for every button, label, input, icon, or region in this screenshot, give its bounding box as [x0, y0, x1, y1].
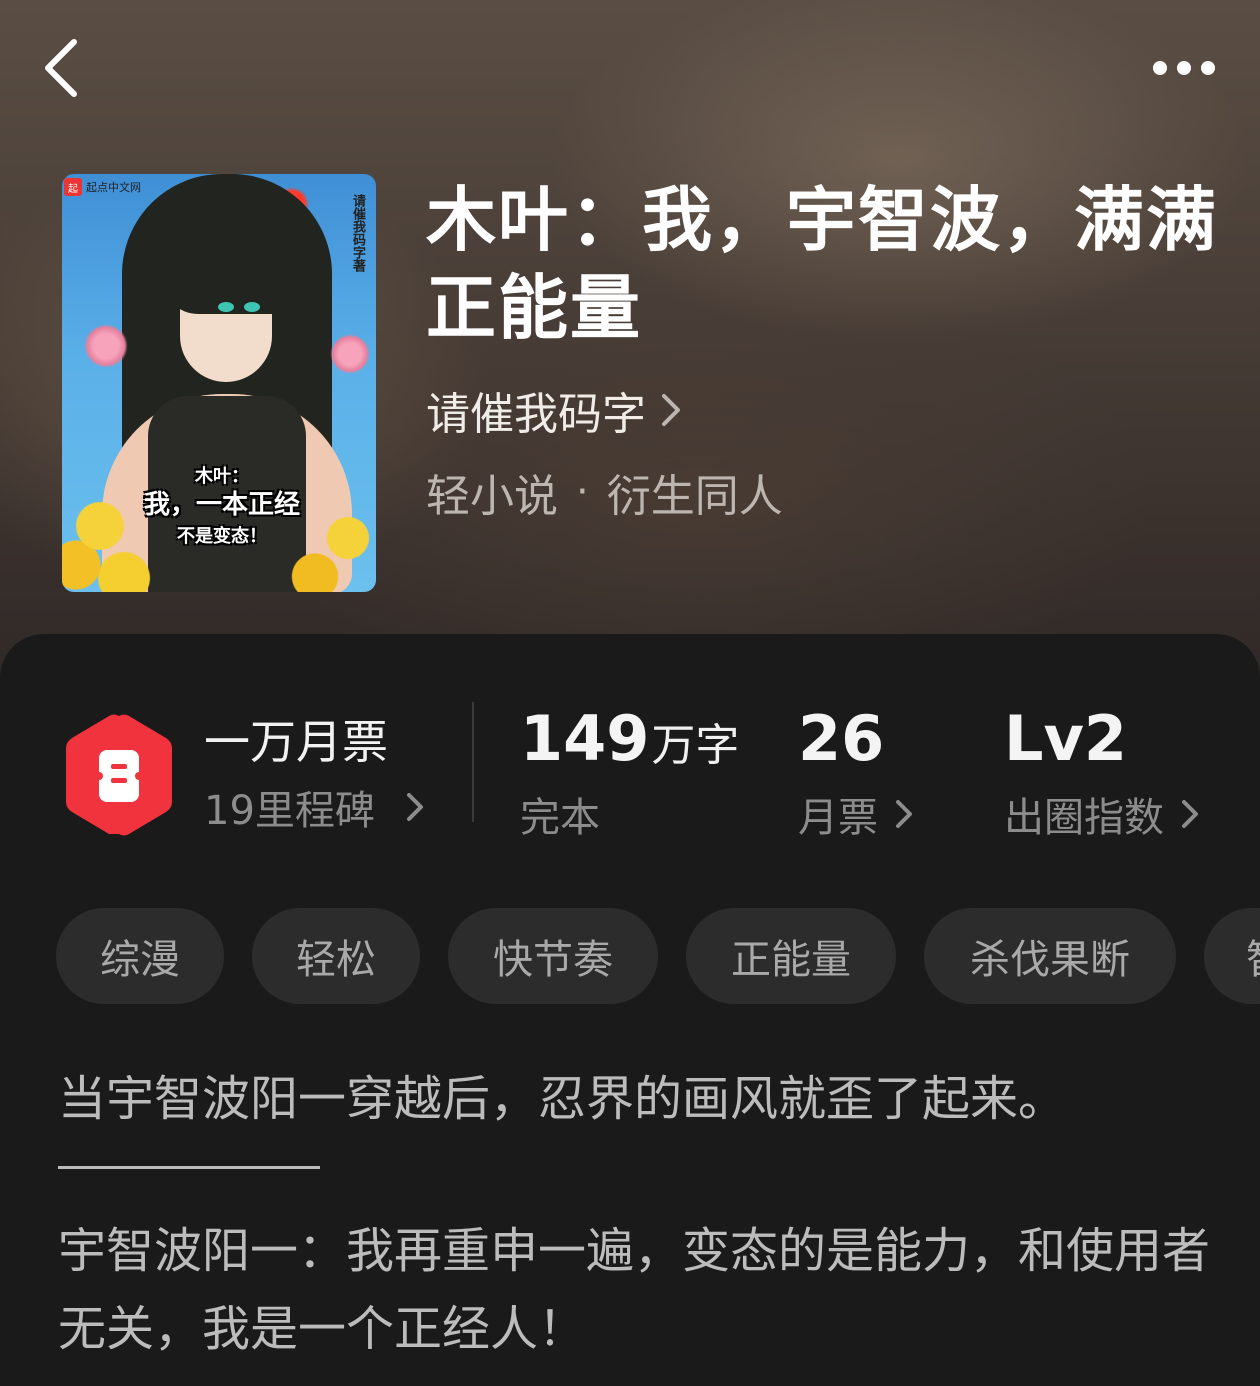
- description-divider: [58, 1166, 320, 1169]
- more-dot: [1201, 61, 1215, 75]
- author-link[interactable]: 请催我码字: [426, 380, 682, 440]
- completion-status: 完本: [520, 795, 600, 841]
- word-count-unit: 万字: [651, 720, 740, 771]
- cover-site-badge: 起 起点中文网: [64, 178, 141, 196]
- category-separator: ·: [576, 469, 589, 515]
- votes-value: 26: [798, 702, 885, 775]
- word-count-value: 149: [520, 702, 650, 775]
- cover-figure-bangs: [162, 224, 290, 314]
- milestones-link[interactable]: 19里程碑: [204, 778, 425, 836]
- cover-title-art: 木叶： 我，一本正经 不是变态！: [102, 462, 342, 548]
- circle-index-stat[interactable]: Lv2 出圈指数: [1004, 704, 1200, 842]
- tag-chip[interactable]: 智: [1204, 908, 1260, 1004]
- cover-eye: [244, 302, 260, 312]
- tag-list: 综漫 轻松 快节奏 正能量 杀伐果断 智: [56, 908, 1260, 1008]
- cover-art-line: 我，一本正经: [143, 490, 300, 520]
- stats-divider: [472, 702, 474, 822]
- monthly-ticket-title: 一万月票: [204, 715, 388, 769]
- circle-index-value: Lv2: [1004, 702, 1128, 775]
- more-dot: [1177, 61, 1191, 75]
- milestones-label: 19里程碑: [204, 788, 375, 834]
- subcategory-label[interactable]: 衍生同人: [607, 460, 783, 524]
- category-row: 轻小说 · 衍生同人: [426, 462, 783, 522]
- author-name: 请催我码字: [426, 389, 646, 440]
- chevron-right-icon: [1182, 800, 1198, 828]
- tag-chip[interactable]: 正能量: [686, 908, 896, 1004]
- site-logo-icon: 起: [64, 178, 82, 196]
- chevron-right-icon: [662, 394, 680, 426]
- circle-index-label: 出圈指数: [1004, 795, 1164, 841]
- tag-chip[interactable]: 综漫: [56, 908, 224, 1004]
- more-dots-icon: [1153, 61, 1167, 75]
- chevron-right-icon: [406, 793, 423, 821]
- chevron-left-icon: [45, 39, 77, 97]
- votes-label: 月票: [798, 795, 878, 841]
- ticket-hexagon-icon: [66, 714, 172, 836]
- book-cover[interactable]: 起 起点中文网 请催我码字著 木叶： 我，一本正经 不是变态！: [62, 174, 376, 592]
- flower-decoration: [330, 334, 370, 374]
- cover-author-vertical: 请催我码字著: [350, 194, 365, 272]
- more-button[interactable]: [1136, 40, 1232, 96]
- flower-decoration: [84, 324, 128, 368]
- word-count-stat: 149 万字 完本: [520, 704, 739, 842]
- cover-site-label: 起点中文网: [86, 181, 141, 194]
- cover-art-line: 木叶：: [195, 466, 249, 487]
- cover-art-line: 不是变态！: [177, 526, 267, 547]
- back-button[interactable]: [30, 30, 90, 106]
- tag-chip[interactable]: 轻松: [252, 908, 420, 1004]
- chevron-right-icon: [896, 800, 912, 828]
- cover-eye: [218, 302, 234, 312]
- tag-chip[interactable]: 快节奏: [448, 908, 658, 1004]
- tag-chip[interactable]: 杀伐果断: [924, 908, 1176, 1004]
- category-label[interactable]: 轻小说: [426, 460, 558, 524]
- monthly-votes-stat[interactable]: 26 月票: [798, 704, 914, 842]
- description-paragraph: 宇智波阳一：我再重申一遍，变态的是能力，和使用者无关，我是一个正经人！: [58, 1223, 1211, 1357]
- description-line: 当宇智波阳一穿越后，忍界的画风就歪了起来。: [58, 1071, 1067, 1127]
- monthly-ticket-icon[interactable]: [62, 712, 176, 838]
- book-title: 木叶：我，宇智波，满满正能量: [426, 178, 1218, 349]
